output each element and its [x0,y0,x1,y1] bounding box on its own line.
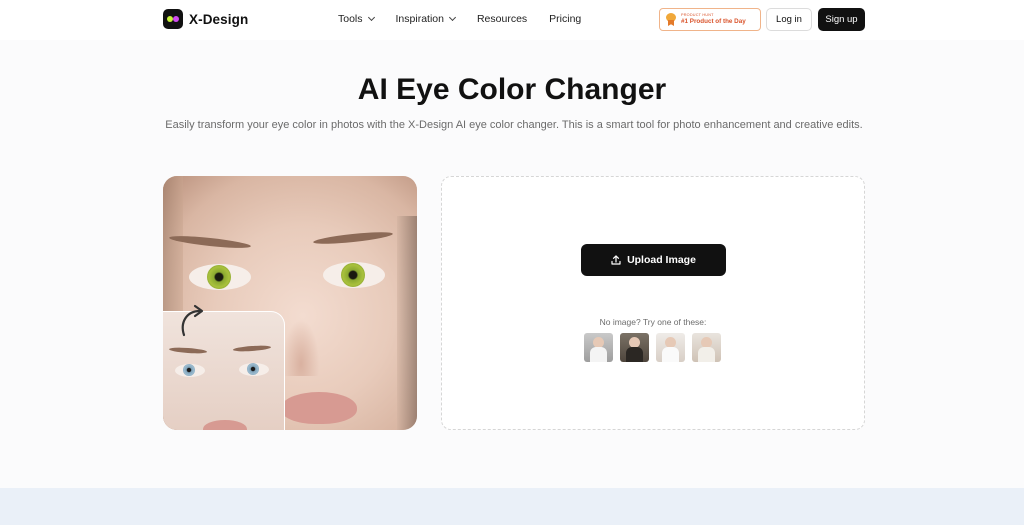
logo-text: X-Design [189,11,249,27]
nav-pricing-label: Pricing [549,13,582,25]
sample-image-2[interactable] [620,333,649,362]
sample-images [584,333,721,362]
chevron-down-icon [448,13,457,22]
logo-icon [163,9,183,29]
logo[interactable]: X-Design [163,9,248,29]
page-subtitle: Easily transform your eye color in photo… [165,119,863,131]
top-header: X-Design Tools Inspiration Resources Pri… [0,0,1024,40]
medal-icon [666,13,676,26]
before-after-preview-image [163,176,417,430]
badge-main-text: #1 Product of the Day [681,17,746,25]
nav-tools-label: Tools [338,13,363,25]
nav-pricing[interactable]: Pricing [549,13,581,25]
nav-tools[interactable]: Tools [338,13,375,25]
signup-button[interactable]: Sign up [818,8,865,31]
next-section-band [0,488,1024,525]
main-nav: Tools Inspiration Resources Pricing [338,13,603,25]
upload-dropzone[interactable]: Upload Image No image? Try one of these: [441,176,865,430]
sample-image-3[interactable] [656,333,685,362]
sample-image-1[interactable] [584,333,613,362]
product-hunt-badge[interactable]: PRODUCT HUNT #1 Product of the Day [659,8,761,31]
login-button[interactable]: Log in [766,8,812,31]
upload-image-button[interactable]: Upload Image [581,244,726,276]
nav-resources[interactable]: Resources [477,13,527,25]
sample-prompt-text: No image? Try one of these: [599,317,707,327]
page-title: AI Eye Color Changer [357,73,667,106]
sample-image-4[interactable] [692,333,721,362]
upload-image-label: Upload Image [627,254,696,266]
upload-icon [611,255,621,265]
nav-resources-label: Resources [476,13,528,25]
nav-inspiration-label: Inspiration [395,13,444,25]
chevron-down-icon [367,13,375,22]
curved-arrow-icon [181,304,204,337]
nav-inspiration[interactable]: Inspiration [395,13,457,25]
